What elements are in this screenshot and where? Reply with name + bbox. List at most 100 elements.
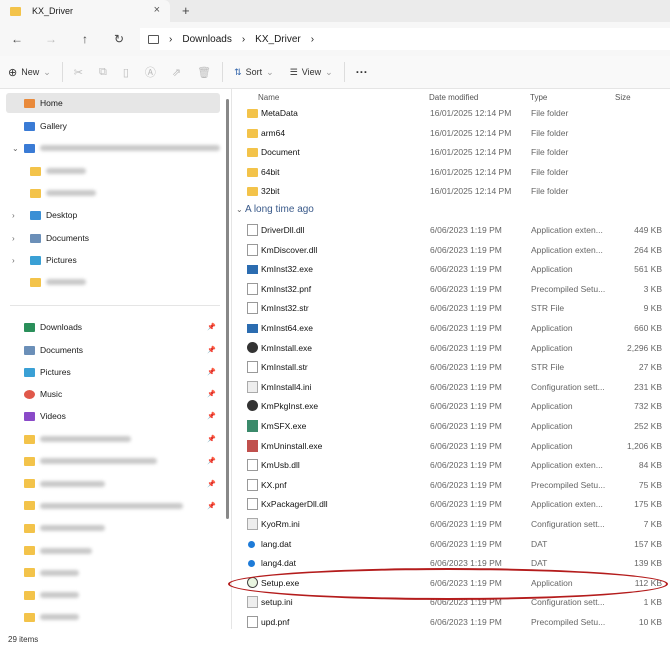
file-row[interactable]: lang.dat 6/06/2023 1:19 PM DAT 157 KB (240, 535, 666, 554)
file-name: setup.ini (261, 597, 293, 608)
folder-icon (247, 109, 258, 118)
folder-icon (10, 6, 21, 16)
column-type[interactable]: Type (530, 93, 547, 102)
sidebar-scrollbar[interactable] (226, 99, 229, 519)
delete-button[interactable]: 🗑 (189, 66, 219, 79)
file-row[interactable]: KmPkgInst.exe 6/06/2023 1:19 PM Applicatio… (240, 397, 666, 416)
file-row[interactable]: KmInst32.exe 6/06/2023 1:19 PM Application… (240, 260, 666, 279)
pin-icon[interactable]: 📌 (207, 346, 216, 354)
sfx-icon (247, 420, 258, 432)
sidebar-item-blurred[interactable] (0, 272, 222, 292)
sidebar-item-blurred[interactable]: 📌 (0, 429, 222, 449)
copy-button[interactable]: ⧉ (91, 66, 115, 79)
new-tab-button[interactable]: + (182, 3, 190, 18)
sidebar-item-desktop[interactable]: › Desktop (0, 205, 222, 225)
clipboard-icon: ▯ (122, 66, 129, 79)
sidebar-item-blurred[interactable] (0, 161, 222, 181)
file-name: KmPkgInst.exe (261, 401, 319, 412)
file-row[interactable]: KmInstall.str 6/06/2023 1:19 PM STR File 27… (240, 358, 666, 377)
quick-access-documents[interactable]: Documents 📌 (0, 340, 222, 360)
file-row[interactable]: KmUsb.dll 6/06/2023 1:19 PM Application ex… (240, 456, 666, 475)
date-modified: 6/06/2023 1:19 PM (430, 264, 502, 275)
pin-icon[interactable]: 📌 (207, 412, 216, 420)
sidebar-item-home[interactable]: Home (6, 93, 220, 113)
sidebar-item-blurred[interactable] (0, 541, 222, 561)
file-row[interactable]: KmUninstall.exe 6/06/2023 1:19 PM Applicat… (240, 437, 666, 456)
more-options-button[interactable]: ··· (348, 65, 376, 79)
tab-kx-driver[interactable]: KX_Driver × (0, 0, 170, 22)
highlight-annotation (228, 568, 668, 600)
file-row[interactable]: upd.pnf 6/06/2023 1:19 PM Precompiled Setu… (240, 613, 666, 632)
rename-button[interactable]: Ⓐ (137, 64, 164, 80)
cut-button[interactable]: ✂ (66, 66, 91, 79)
folder-row[interactable]: MetaData 16/01/2025 12:14 PM File folder (240, 104, 666, 123)
pin-icon[interactable]: 📌 (207, 390, 216, 398)
file-name: 64bit (261, 166, 280, 177)
sidebar-item-gallery[interactable]: Gallery (6, 116, 228, 136)
column-date-modified[interactable]: Date modified (429, 93, 478, 102)
file-row[interactable]: KyoRm.ini 6/06/2023 1:19 PM Configuration … (240, 515, 666, 534)
sidebar-item-blurred[interactable] (0, 563, 222, 583)
share-button[interactable]: ⇗ (164, 66, 189, 79)
file-row[interactable]: KmInst32.pnf 6/06/2023 1:19 PM Precompiled… (240, 280, 666, 299)
pictures-icon (30, 255, 41, 265)
sidebar-item-blurred[interactable]: ⌄ (0, 138, 222, 158)
file-type: Application (531, 342, 573, 353)
sidebar-item-blurred[interactable] (0, 585, 222, 605)
column-name[interactable]: Name (258, 93, 279, 102)
folder-row[interactable]: 64bit 16/01/2025 12:14 PM File folder (240, 163, 666, 182)
group-header[interactable]: ⌄ A long time ago (236, 204, 314, 215)
exe-icon (247, 324, 258, 333)
refresh-button[interactable]: ↻ (102, 32, 136, 46)
sidebar-item-pictures[interactable]: › Pictures (0, 250, 222, 270)
file-row[interactable]: KmSFX.exe 6/06/2023 1:19 PM Application 252… (240, 417, 666, 436)
sidebar-item-blurred[interactable]: 📌 (0, 451, 222, 471)
sidebar-item-blurred[interactable]: 📌 (0, 496, 222, 516)
file-row[interactable]: KmDiscover.dll 6/06/2023 1:19 PM Applicati… (240, 241, 666, 260)
sidebar-item-blurred[interactable] (0, 183, 222, 203)
file-row[interactable]: KX.pnf 6/06/2023 1:19 PM Precompiled Setu.… (240, 476, 666, 495)
file-name: KmInst64.exe (261, 323, 313, 333)
folder-row[interactable]: Document 16/01/2025 12:14 PM File folder (240, 143, 666, 162)
folder-row[interactable]: 32bit 16/01/2025 12:14 PM File folder (240, 182, 666, 201)
date-modified: 16/01/2025 12:14 PM (430, 186, 512, 197)
breadcrumb-kx-driver[interactable]: KX_Driver (255, 34, 301, 45)
quick-access-music[interactable]: Music 📌 (0, 384, 222, 404)
file-row[interactable]: KmInstall4.ini 6/06/2023 1:19 PM Configura… (240, 378, 666, 397)
file-row[interactable]: KmInst64.exe 6/06/2023 1:19 PM Application… (240, 319, 666, 338)
quick-access-downloads[interactable]: Downloads 📌 (0, 317, 222, 337)
file-row[interactable]: DriverDll.dll 6/06/2023 1:19 PM Applicatio… (240, 221, 666, 240)
pin-icon[interactable]: 📌 (207, 323, 216, 331)
up-button[interactable]: ↑ (68, 32, 102, 46)
chevron-right-icon: › (310, 33, 315, 45)
sidebar-item-blurred[interactable] (0, 607, 222, 627)
quick-access-pictures[interactable]: Pictures 📌 (0, 362, 222, 382)
breadcrumb[interactable]: › Downloads › KX_Driver › (140, 28, 670, 50)
file-type: Precompiled Setu... (531, 283, 606, 294)
file-type: Application (531, 323, 573, 333)
forward-button[interactable]: → (34, 32, 68, 46)
sidebar-item-blurred[interactable]: 📌 (0, 474, 222, 494)
folder-row[interactable]: arm64 16/01/2025 12:14 PM File folder (240, 124, 666, 143)
column-size[interactable]: Size (615, 93, 631, 102)
file-row[interactable]: KxPackagerDll.dll 6/06/2023 1:19 PM Applic… (240, 495, 666, 514)
sidebar-item-label: Pictures (46, 255, 77, 265)
file-row[interactable]: KmInst32.str 6/06/2023 1:19 PM STR File 9 K… (240, 299, 666, 318)
quick-access-videos[interactable]: Videos 📌 (0, 406, 222, 426)
dll-icon (247, 498, 258, 511)
sidebar-item-blurred[interactable] (0, 518, 222, 538)
new-button[interactable]: ⊕ New ⌄ (0, 66, 59, 79)
sort-button[interactable]: ⇅ Sort ⌄ (226, 67, 282, 78)
close-tab-icon[interactable]: × (154, 4, 160, 16)
file-name: arm64 (261, 127, 286, 138)
back-button[interactable]: ← (0, 32, 34, 46)
paste-button[interactable]: ▯ (115, 66, 137, 79)
breadcrumb-downloads[interactable]: Downloads (182, 34, 231, 45)
pin-icon[interactable]: 📌 (207, 368, 216, 376)
date-modified: 6/06/2023 1:19 PM (430, 617, 502, 627)
file-row[interactable]: KmInstall.exe 6/06/2023 1:19 PM Applicatio… (240, 339, 666, 358)
view-button[interactable]: ☰ View ⌄ (282, 67, 341, 78)
sidebar-item-documents[interactable]: › Documents (0, 228, 222, 248)
file-name: lang.dat (261, 538, 292, 549)
file-icon (247, 361, 258, 374)
